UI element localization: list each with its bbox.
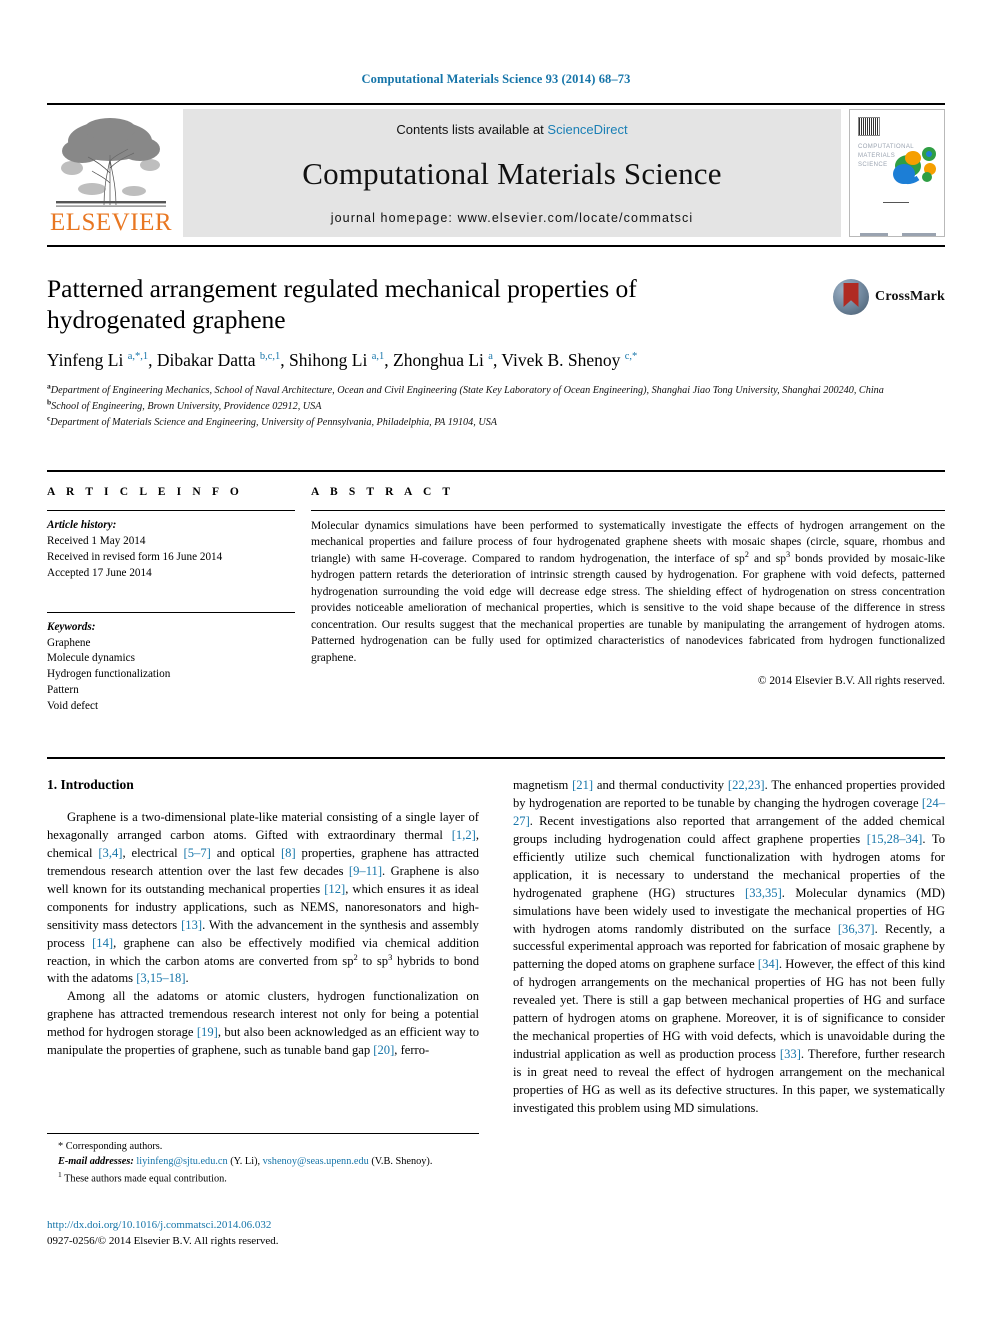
citation-ref[interactable]: [21] (572, 778, 593, 792)
history-item: Received in revised form 16 June 2014 (47, 550, 223, 563)
journal-cover-thumbnail: COMPUTATIONAL MATERIALS SCIENCE (849, 109, 945, 237)
elsevier-logo: ELSEVIER (47, 109, 175, 237)
email-owner-1: (Y. Li), (230, 1155, 261, 1167)
citation-ref[interactable]: [12] (324, 882, 345, 896)
email-label: E-mail addresses: (58, 1155, 134, 1167)
cover-barcode-icon (858, 117, 880, 136)
body-column-left: 1. Introduction Graphene is a two-dimens… (47, 777, 479, 1118)
intro-paragraph-3: magnetism [21] and thermal conductivity … (513, 777, 945, 1118)
history-item: Received 1 May 2014 (47, 534, 146, 547)
abstract-heading: A B S T R A C T (311, 486, 455, 498)
divider (47, 611, 295, 613)
page-title: Patterned arrangement regulated mechanic… (47, 274, 637, 335)
citation-ref[interactable]: [33] (780, 1047, 801, 1061)
intro-paragraph-1: Graphene is a two-dimensional plate-like… (47, 809, 479, 988)
citation-ref[interactable]: [15,28–34] (867, 832, 923, 846)
keyword-item: Pattern (47, 684, 79, 697)
keyword-item: Hydrogen functionalization (47, 668, 171, 681)
article-history: Article history: Received 1 May 2014 Rec… (47, 518, 295, 582)
cover-artwork (893, 147, 936, 184)
article-info-column: A R T I C L E I N F O Article history: R… (47, 486, 309, 715)
issn-copyright-line: 0927-0256/© 2014 Elsevier B.V. All right… (47, 1234, 279, 1247)
doi-footer: http://dx.doi.org/10.1016/j.commatsci.20… (47, 1218, 487, 1250)
elsevier-wordmark: ELSEVIER (49, 209, 173, 236)
corresponding-author-note: * Corresponding authors. (58, 1141, 163, 1152)
journal-band: Contents lists available at ScienceDirec… (183, 109, 841, 237)
body-text: magnetism (513, 778, 573, 792)
crossmark-badge[interactable]: CrossMark (833, 279, 945, 315)
title-block: CrossMark Patterned arrangement regulate… (47, 245, 945, 431)
citation-ref[interactable]: [3,15–18] (136, 971, 185, 985)
affiliation-item: bSchool of Engineering, Brown University… (47, 397, 322, 413)
equal-contribution-note: 1 These authors made equal contribution. (47, 1170, 479, 1187)
citation-ref[interactable]: [36,37] (838, 922, 875, 936)
body-text: . However, the effect of this kind of hy… (513, 957, 945, 1062)
footnote-block: * Corresponding authors. E-mail addresse… (47, 1133, 479, 1187)
divider (311, 510, 945, 511)
cover-divider (883, 202, 909, 203)
journal-masthead: ELSEVIER Contents lists available at Sci… (47, 103, 945, 237)
citation-ref[interactable]: [1,2] (452, 828, 476, 842)
body-text: . (185, 971, 189, 986)
body-column-right: magnetism [21] and thermal conductivity … (513, 777, 945, 1118)
keyword-item: Void defect (47, 700, 99, 713)
footnote-marker: 1 (58, 1169, 62, 1179)
email-link-2[interactable]: vshenoy@seas.upenn.edu (263, 1156, 369, 1167)
email-note: E-mail addresses: liyinfeng@sjtu.edu.cn … (47, 1155, 479, 1170)
citation-ref[interactable]: [34] (758, 957, 779, 971)
citation-ref[interactable]: [33,35] (745, 886, 782, 900)
citation-ref[interactable]: [19] (197, 1025, 218, 1039)
citation-ref[interactable]: [9–11] (349, 864, 382, 878)
intro-paragraph-2: Among all the adatoms or atomic clusters… (47, 988, 479, 1060)
body-text: Graphene is a two-dimensional plate-like… (47, 810, 479, 842)
abstract-column: A B S T R A C T Molecular dynamics simul… (309, 486, 945, 715)
history-item: Accepted 17 June 2014 (47, 566, 152, 579)
keywords-label: Keywords: (47, 620, 96, 633)
email-link-1[interactable]: liyinfeng@sjtu.edu.cn (136, 1156, 227, 1167)
contents-prefix: Contents lists available at (396, 122, 548, 137)
paper-page: Computational Materials Science 93 (2014… (0, 0, 992, 1323)
body-text: , ferro- (394, 1043, 430, 1058)
article-info-heading: A R T I C L E I N F O (47, 486, 243, 498)
keyword-item: Graphene (47, 636, 91, 649)
keywords-list: Keywords: Graphene Molecule dynamics Hyd… (47, 620, 295, 715)
info-abstract-section: A R T I C L E I N F O Article history: R… (47, 470, 945, 715)
journal-title: Computational Materials Science (302, 156, 722, 191)
elsevier-tree-icon (52, 113, 170, 209)
contents-lists-line: Contents lists available at ScienceDirec… (396, 122, 627, 137)
abstract-text: Molecular dynamics simulations have been… (311, 519, 945, 664)
citation-ref[interactable]: [20] (373, 1043, 394, 1057)
divider (47, 510, 295, 511)
equal-contribution-text: These authors made equal contribution. (64, 1173, 227, 1185)
affiliation-list: aDepartment of Engineering Mechanics, Sc… (47, 383, 907, 430)
citation-ref[interactable]: [22,23] (728, 778, 765, 792)
sciencedirect-link[interactable]: ScienceDirect (547, 122, 627, 137)
affiliation-item: cDepartment of Materials Science and Eng… (47, 413, 498, 428)
section-title-introduction: 1. Introduction (47, 777, 134, 792)
affiliation-item: aDepartment of Engineering Mechanics, Sc… (47, 381, 884, 397)
citation-ref[interactable]: [13] (181, 918, 202, 932)
body-columns: 1. Introduction Graphene is a two-dimens… (47, 757, 945, 1118)
article-history-label: Article history: (47, 519, 117, 531)
keyword-item: Molecule dynamics (47, 652, 135, 665)
journal-homepage[interactable]: journal homepage: www.elsevier.com/locat… (331, 211, 693, 225)
citation-ref[interactable]: [5–7] (184, 846, 211, 860)
citation-ref[interactable]: [14] (92, 936, 113, 950)
citation-ref[interactable]: [3,4] (98, 846, 122, 860)
body-text: , electrical (122, 845, 184, 860)
doi-link[interactable]: http://dx.doi.org/10.1016/j.commatsci.20… (47, 1218, 487, 1234)
cover-footer (860, 224, 938, 236)
abstract-copyright: © 2014 Elsevier B.V. All rights reserved… (757, 675, 945, 688)
crossmark-icon (833, 279, 870, 315)
author-list: Yinfeng Li a,*,1, Dibakar Datta b,c,1, S… (47, 350, 638, 371)
email-owner-2: (V.B. Shenoy). (371, 1155, 433, 1167)
body-text: and optical (210, 845, 281, 860)
running-head: Computational Materials Science 93 (2014… (361, 72, 631, 86)
body-text: and thermal conductivity (593, 778, 728, 792)
citation-ref[interactable]: [8] (281, 846, 296, 860)
crossmark-label: CrossMark (875, 289, 945, 304)
